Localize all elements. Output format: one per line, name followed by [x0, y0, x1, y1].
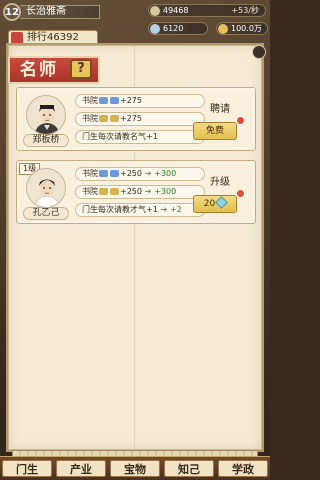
coin-rate: +53/秒	[231, 6, 259, 15]
player-level-badge[interactable]: 12	[3, 3, 21, 21]
upgrade-button[interactable]: 20	[193, 195, 237, 213]
nav-treasures[interactable]: 宝物	[110, 460, 160, 477]
gold-counter[interactable]: 100.0万	[216, 22, 268, 35]
rank-button[interactable]: 排行46392	[8, 30, 98, 46]
teacher-name: 郑板桥	[23, 134, 69, 147]
rank-label: 排行46392	[27, 32, 79, 43]
gem-icon	[215, 196, 229, 209]
attr-row: 门生每次请教才气+1 ➔ +2	[75, 203, 205, 217]
bottom-nav: 门生 产业 宝物 知己 学政	[0, 456, 270, 480]
coin-icon	[150, 6, 160, 16]
close-button[interactable]	[252, 45, 266, 59]
teacher-avatar[interactable]	[26, 95, 66, 135]
coin-value: 49468	[163, 6, 189, 15]
food-value: 6120	[163, 24, 184, 33]
food-icon	[150, 24, 160, 34]
nav-education[interactable]: 学政	[218, 460, 268, 477]
notification-dot	[236, 116, 245, 125]
action-label: 聘请	[210, 104, 230, 115]
gold-icon	[218, 24, 228, 34]
player-name: 长治雅斋	[20, 5, 100, 19]
attr-row: 书院 +250 ➔ +300	[75, 185, 205, 199]
teacher-name: 孔乙己	[23, 207, 69, 220]
teacher-card: 郑板桥 书院 +275 书院 +275 门生每次请教名气+1 聘请 免费	[16, 87, 256, 151]
attr-row: 书院 +250 ➔ +300	[75, 167, 205, 181]
teacher-avatar[interactable]	[26, 168, 66, 208]
scholar-portrait-icon	[27, 169, 65, 207]
rank-icon	[11, 32, 23, 44]
notification-dot	[236, 189, 245, 198]
attr-row: 书院 +275	[75, 112, 205, 126]
action-label: 升级	[210, 177, 230, 188]
coin-counter[interactable]: 49468 +53/秒	[148, 4, 266, 17]
help-button[interactable]: ?	[70, 59, 92, 79]
food-counter[interactable]: 6120	[148, 22, 208, 35]
attr-row: 书院 +275	[75, 94, 205, 108]
attr-row: 门生每次请教名气+1	[75, 130, 205, 144]
gold-value: 100.0万	[231, 24, 262, 33]
nav-confidants[interactable]: 知己	[164, 460, 214, 477]
hire-button[interactable]: 免费	[193, 122, 237, 140]
nav-disciples[interactable]: 门生	[2, 460, 52, 477]
teacher-card: 1级 孔乙己 书院 +250 ➔ +300 书院 +250 ➔ +300 门生每次请…	[16, 160, 256, 224]
nav-industry[interactable]: 产业	[56, 460, 106, 477]
scholar-portrait-icon	[27, 96, 65, 134]
